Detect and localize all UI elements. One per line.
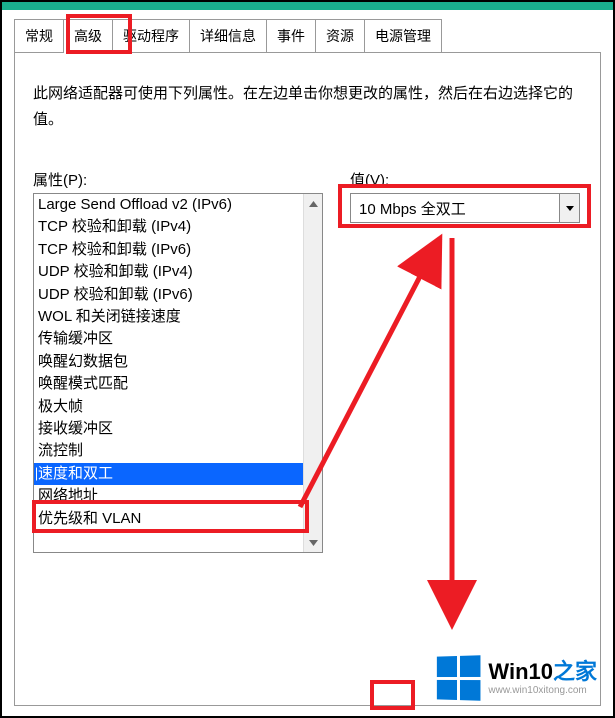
- value-dropdown[interactable]: 10 Mbps 全双工: [350, 193, 580, 223]
- list-item[interactable]: 接收缓冲区: [34, 418, 303, 440]
- property-listbox[interactable]: Large Send Offload v2 (IPv6)TCP 校验和卸载 (I…: [33, 193, 323, 553]
- list-item[interactable]: TCP 校验和卸载 (IPv4): [34, 216, 303, 238]
- tab-general[interactable]: 常规: [14, 19, 64, 52]
- list-item[interactable]: 网络地址: [34, 485, 303, 507]
- list-item[interactable]: TCP 校验和卸载 (IPv6): [34, 239, 303, 261]
- list-item[interactable]: UDP 校验和卸载 (IPv6): [34, 284, 303, 306]
- tab-driver[interactable]: 驱动程序: [112, 19, 190, 52]
- dialog-body: 常规 高级 驱动程序 详细信息 事件 资源 电源管理 此网络适配器可使用下列属性…: [2, 10, 613, 716]
- windows-logo-icon: [437, 655, 481, 700]
- list-item[interactable]: 流控制: [34, 440, 303, 462]
- list-item[interactable]: 唤醒幻数据包: [34, 351, 303, 373]
- tab-resources[interactable]: 资源: [315, 19, 365, 52]
- list-item[interactable]: 唤醒模式匹配: [34, 373, 303, 395]
- tab-events[interactable]: 事件: [266, 19, 316, 52]
- list-item[interactable]: WOL 和关闭链接速度: [34, 306, 303, 328]
- tab-strip: 常规 高级 驱动程序 详细信息 事件 资源 电源管理: [14, 22, 441, 52]
- tab-advanced[interactable]: 高级: [63, 19, 113, 53]
- scroll-up-button[interactable]: [304, 194, 322, 213]
- tab-panel-advanced: 此网络适配器可使用下列属性。在左边单击你想更改的属性，然后在右边选择它的值。 属…: [14, 52, 601, 706]
- list-item[interactable]: 速度和双工: [34, 463, 303, 485]
- watermark-brand: Win10之家: [488, 660, 597, 684]
- property-label: 属性(P):: [33, 169, 87, 190]
- tab-details[interactable]: 详细信息: [189, 19, 267, 52]
- title-bar: [2, 2, 613, 10]
- scrollbar[interactable]: [303, 194, 322, 552]
- chevron-down-icon: [566, 206, 574, 211]
- scroll-track[interactable]: [304, 213, 322, 533]
- list-item[interactable]: 传输缓冲区: [34, 328, 303, 350]
- list-item[interactable]: UDP 校验和卸载 (IPv4): [34, 261, 303, 283]
- value-dropdown-text: 10 Mbps 全双工: [351, 198, 559, 219]
- scroll-down-button[interactable]: [304, 533, 322, 552]
- tab-power[interactable]: 电源管理: [364, 19, 442, 52]
- watermark-url: www.win10xitong.com: [488, 685, 597, 696]
- description-text: 此网络适配器可使用下列属性。在左边单击你想更改的属性，然后在右边选择它的值。: [33, 81, 582, 132]
- list-item[interactable]: 优先级和 VLAN: [34, 508, 303, 530]
- dropdown-button[interactable]: [559, 194, 579, 222]
- watermark: Win10之家 www.win10xitong.com: [436, 656, 597, 700]
- value-label: 值(V):: [350, 169, 389, 190]
- list-item[interactable]: 极大帧: [34, 396, 303, 418]
- list-item[interactable]: Large Send Offload v2 (IPv6): [34, 194, 303, 216]
